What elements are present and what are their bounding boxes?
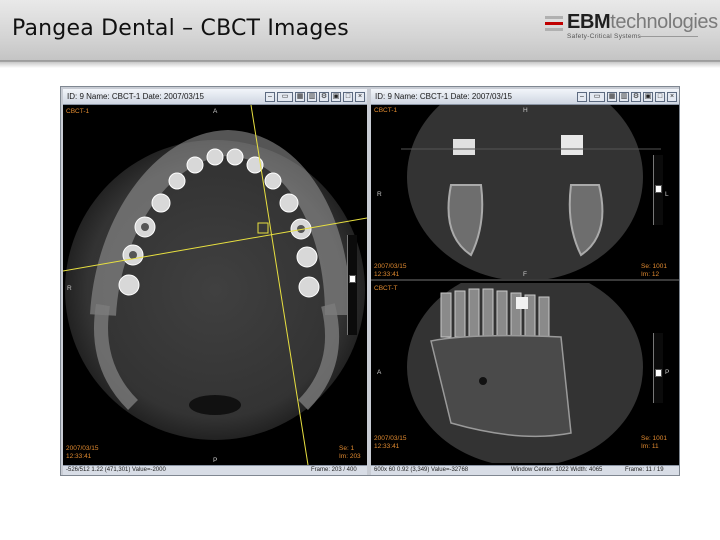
sagittal-date: 2007/03/15 (374, 435, 407, 442)
mpr-status-frame: Frame: 11 / 19 (625, 467, 664, 473)
sagittal-ct-image (371, 283, 679, 465)
axial-time: 12:33:41 (66, 453, 92, 460)
axial-view-title: ID: 9 Name: CBCT-1 Date: 2007/03/15 (67, 92, 204, 101)
coronal-slice-slider[interactable] (653, 155, 663, 225)
sagittal-image-number: Im: 11 (641, 443, 659, 450)
mpr-view-pane[interactable]: ID: 9 Name: CBCT-1 Date: 2007/03/15 – ▭ … (371, 89, 679, 475)
coronal-orient-top: H (523, 107, 528, 114)
layout-icon[interactable]: ▥ (307, 92, 317, 102)
axial-view-titlebar: ID: 9 Name: CBCT-1 Date: 2007/03/15 – ▭ … (63, 89, 367, 105)
cbct-viewer: ID: 9 Name: CBCT-1 Date: 2007/03/15 – ▭ … (60, 86, 680, 476)
axial-orient-left: R (67, 285, 72, 292)
ccc-icon[interactable]: ▭ (589, 92, 605, 102)
axial-slider-thumb[interactable] (349, 275, 356, 283)
slide-header: Pangea Dental – CBCT Images EBMtechnolog… (0, 0, 720, 62)
axial-status-pixel: -526/512 1.22 (471,301) Value=-2000 (66, 467, 166, 473)
layout-icon[interactable]: ▥ (619, 92, 629, 102)
axial-series-label: CBCT-1 (66, 108, 90, 115)
sagittal-orient-left: A (377, 369, 382, 376)
restore-icon[interactable]: □ (655, 92, 665, 102)
coronal-ct-image (371, 105, 679, 279)
mpr-view-toolbar: – ▭ ▦ ▥ ⚙ ▣ □ × (577, 92, 677, 102)
axial-ct-image (63, 104, 367, 466)
grid-icon[interactable]: ▦ (607, 92, 617, 102)
axial-statusbar: -526/512 1.22 (471,301) Value=-2000 Fram… (63, 465, 367, 475)
sagittal-orient-right: P (665, 369, 670, 376)
close-icon[interactable]: × (355, 92, 365, 102)
sagittal-image-canvas[interactable]: CBCT-T A P 2007/03/15 12:33:41 Se: 1001 … (371, 283, 679, 465)
coronal-series-number: Se: 1001 (641, 263, 668, 270)
settings-icon[interactable]: ⚙ (631, 92, 641, 102)
sagittal-slider-thumb[interactable] (655, 369, 662, 377)
axial-view-toolbar: – ▭ ▦ ▥ ⚙ ▣ □ × (265, 92, 365, 102)
sagittal-series-number: Se: 1001 (641, 435, 668, 442)
mpr-view-titlebar: ID: 9 Name: CBCT-1 Date: 2007/03/15 – ▭ … (371, 89, 679, 105)
coronal-orient-left: R (377, 191, 382, 198)
logo-rule (640, 36, 698, 37)
sagittal-time: 12:33:41 (374, 443, 400, 450)
close-icon[interactable]: × (667, 92, 677, 102)
mpr-status-pixel: 600x 60 0.92 (3,349) Value=-32768 (374, 467, 469, 473)
axial-orient-top: A (213, 108, 218, 115)
axial-date: 2007/03/15 (66, 445, 99, 452)
logo-brand-rest: technologies (610, 11, 718, 33)
minimize-icon[interactable]: – (265, 92, 275, 102)
company-logo: EBMtechnologies Safety-Critical Systems (545, 10, 718, 42)
axial-status-frame: Frame: 203 / 400 (311, 467, 357, 473)
axial-image-canvas[interactable]: CBCT-1 A P R L 2007/03/15 12:33:41 Se: 1… (63, 104, 367, 466)
restore-icon[interactable]: □ (343, 92, 353, 102)
coronal-image-canvas[interactable]: CBCT-1 H F R L 2007/03/15 12:33:41 Se: 1… (371, 105, 679, 281)
settings-icon[interactable]: ⚙ (319, 92, 329, 102)
minimize-icon[interactable]: – (577, 92, 587, 102)
axial-series-number: Se: 1 (339, 445, 355, 452)
logo-name: EBMtechnologies (567, 10, 718, 34)
coronal-image-number: Im: 12 (641, 271, 660, 278)
axial-image-number: Im: 203 (339, 453, 361, 460)
mpr-canvas: CBCT-1 H F R L 2007/03/15 12:33:41 Se: 1… (371, 105, 679, 475)
logo-tagline: Safety-Critical Systems (567, 33, 642, 40)
axial-view-pane[interactable]: ID: 9 Name: CBCT-1 Date: 2007/03/15 – ▭ … (63, 89, 367, 475)
mpr-statusbar: 600x 60 0.92 (3,349) Value=-32768 Window… (371, 465, 679, 475)
zoom-icon[interactable]: ▣ (331, 92, 341, 102)
axial-orient-bottom: P (213, 457, 218, 464)
sagittal-slice-slider[interactable] (653, 333, 663, 403)
coronal-series-label: CBCT-1 (374, 107, 398, 114)
axial-slice-slider[interactable] (347, 235, 357, 335)
mpr-view-title: ID: 9 Name: CBCT-1 Date: 2007/03/15 (375, 92, 512, 101)
slide-title: Pangea Dental – CBCT Images (12, 16, 349, 41)
ccc-icon[interactable]: ▭ (277, 92, 293, 102)
logo-brand: EBM (567, 11, 611, 33)
mpr-status-window: Window Center: 1022 Width: 4065 (511, 467, 603, 473)
coronal-orient-bottom: F (523, 271, 527, 278)
logo-stripes-icon (545, 16, 563, 31)
sagittal-series-label: CBCT-T (374, 285, 398, 292)
coronal-date: 2007/03/15 (374, 263, 407, 270)
coronal-orient-right: L (665, 191, 669, 198)
zoom-icon[interactable]: ▣ (643, 92, 653, 102)
coronal-time: 12:33:41 (374, 271, 400, 278)
grid-icon[interactable]: ▦ (295, 92, 305, 102)
header-shadow (0, 60, 720, 68)
coronal-slider-thumb[interactable] (655, 185, 662, 193)
